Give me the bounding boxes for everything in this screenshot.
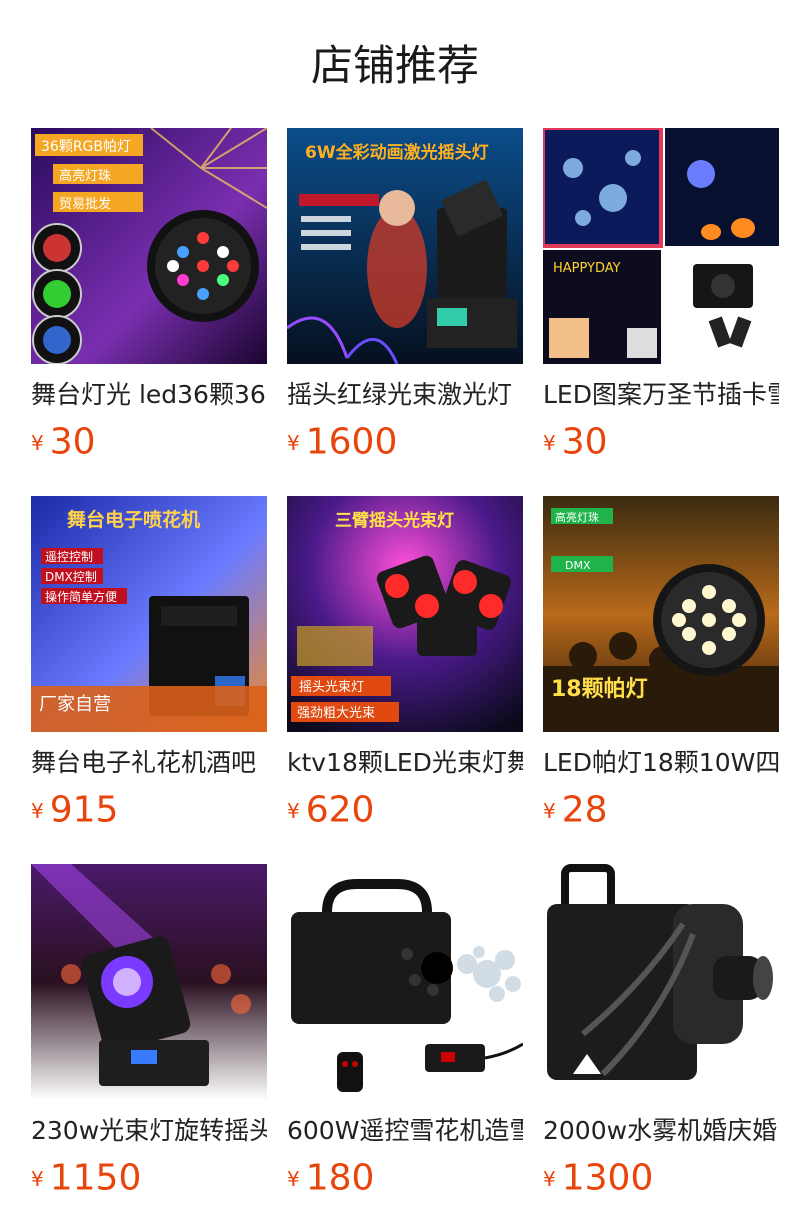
price-value: 28	[561, 789, 608, 831]
product-card[interactable]: 600W遥控雪花机造雪 ¥180	[287, 864, 523, 1232]
svg-text:18颗帕灯: 18颗帕灯	[551, 676, 648, 702]
svg-text:强劲粗大光束: 强劲粗大光束	[297, 706, 375, 721]
product-name[interactable]: LED图案万圣节插卡雪	[543, 378, 779, 412]
product-price: ¥180	[287, 1156, 523, 1200]
product-card[interactable]: 6W全彩动画激光摇头灯 摇头红绿光束激光灯 ¥1600	[287, 128, 523, 496]
currency-symbol: ¥	[543, 1166, 556, 1191]
product-image-led-par-light[interactable]: 36颗RGB帕灯 高亮灯珠 贸易批发	[31, 128, 267, 364]
price-value: 1150	[49, 1157, 142, 1199]
svg-text:摇头光束灯: 摇头光束灯	[299, 680, 364, 695]
product-image-laser-moving-head[interactable]: 6W全彩动画激光摇头灯	[287, 128, 523, 364]
currency-symbol: ¥	[31, 430, 44, 455]
svg-text:高亮灯珠: 高亮灯珠	[59, 168, 111, 184]
svg-text:操作简单方便: 操作简单方便	[45, 589, 117, 604]
shop-recommendation-page: 店铺推荐 36颗RGB帕灯 高亮灯珠 贸易批发 舞台灯光 led36颗36 ¥ …	[0, 0, 790, 1232]
product-price: ¥1600	[287, 420, 523, 464]
product-name[interactable]: 2000w水雾机婚庆婚	[543, 1114, 779, 1148]
product-image-three-arm-beam[interactable]: 三臂摇头光束灯 摇头光束灯 强劲粗大光束	[287, 496, 523, 732]
product-name[interactable]: 舞台灯光 led36颗36	[31, 378, 267, 412]
beam-moving-head-icon	[31, 864, 267, 1100]
product-card[interactable]: 36颗RGB帕灯 高亮灯珠 贸易批发 舞台灯光 led36颗36 ¥ 30	[31, 128, 267, 496]
product-image-beam-moving-head[interactable]	[31, 864, 267, 1100]
product-name[interactable]: 舞台电子礼花机酒吧	[31, 746, 267, 780]
product-card[interactable]: HAPPYDAY LED图案万圣节插卡雪 ¥30	[543, 128, 779, 496]
price-value: 30	[561, 421, 608, 463]
product-image-pattern-projector[interactable]: HAPPYDAY	[543, 128, 779, 364]
product-price: ¥1300	[543, 1156, 779, 1200]
page-title: 店铺推荐	[310, 41, 479, 90]
svg-text:贸易批发: 贸易批发	[59, 196, 111, 212]
svg-text:舞台电子喷花机: 舞台电子喷花机	[67, 508, 200, 531]
product-grid: 36颗RGB帕灯 高亮灯珠 贸易批发 舞台灯光 led36颗36 ¥ 30 6W…	[31, 128, 779, 1232]
currency-symbol: ¥	[287, 430, 300, 455]
product-image-fog-machine[interactable]	[543, 864, 779, 1100]
image-text: 36颗RGB帕灯	[41, 139, 131, 155]
led-par-light-icon: 36颗RGB帕灯 高亮灯珠 贸易批发	[31, 128, 267, 364]
product-name[interactable]: LED帕灯18颗10W四	[543, 746, 779, 780]
price-value: 620	[305, 789, 375, 831]
led-par-18-icon: 高亮灯珠 DMX 18颗帕灯	[543, 496, 779, 732]
product-name[interactable]: 230w光束灯旋转摇头	[31, 1114, 267, 1148]
currency-symbol: ¥	[31, 1166, 44, 1191]
price-value: 1300	[561, 1157, 654, 1199]
svg-text:DMX: DMX	[565, 559, 591, 572]
product-name[interactable]: 摇头红绿光束激光灯	[287, 378, 523, 412]
currency-symbol: ¥	[543, 430, 556, 455]
spark-machine-icon: 舞台电子喷花机 遥控控制 DMX控制 操作简单方便 厂家自营	[31, 496, 267, 732]
product-card[interactable]: 高亮灯珠 DMX 18颗帕灯 LED帕灯18颗10W四 ¥ 28	[543, 496, 779, 864]
svg-text:HAPPYDAY: HAPPYDAY	[553, 261, 621, 276]
product-price: ¥620	[287, 788, 523, 832]
svg-text:高亮灯珠: 高亮灯珠	[555, 510, 599, 524]
price-value: 180	[305, 1157, 375, 1199]
currency-symbol: ¥	[31, 798, 44, 823]
price-value: 915	[49, 789, 119, 831]
svg-text:三臂摇头光束灯: 三臂摇头光束灯	[335, 510, 454, 531]
product-price: ¥1150	[31, 1156, 267, 1200]
price-value: 30	[49, 421, 96, 463]
product-price: ¥30	[31, 420, 267, 464]
pattern-projector-icon: HAPPYDAY	[543, 128, 779, 364]
svg-text:6W全彩动画激光摇头灯: 6W全彩动画激光摇头灯	[305, 142, 489, 163]
currency-symbol: ¥	[543, 798, 556, 823]
svg-text:DMX控制: DMX控制	[45, 570, 97, 584]
currency-symbol: ¥	[287, 1166, 300, 1191]
product-image-spark-machine[interactable]: 舞台电子喷花机 遥控控制 DMX控制 操作简单方便 厂家自营	[31, 496, 267, 732]
product-name[interactable]: ktv18颗LED光束灯舞	[287, 746, 523, 780]
laser-moving-head-icon: 6W全彩动画激光摇头灯	[287, 128, 523, 364]
product-image-snow-machine[interactable]	[287, 864, 523, 1100]
snow-machine-icon	[287, 864, 523, 1100]
product-card[interactable]: 三臂摇头光束灯 摇头光束灯 强劲粗大光束 ktv18颗LED光束灯舞 ¥ 620	[287, 496, 523, 864]
product-price: ¥30	[543, 420, 779, 464]
product-card[interactable]: 230w光束灯旋转摇头 ¥1150	[31, 864, 267, 1232]
product-card[interactable]: 舞台电子喷花机 遥控控制 DMX控制 操作简单方便 厂家自营 舞台电子礼花机酒吧…	[31, 496, 267, 864]
fog-machine-icon	[543, 864, 779, 1100]
product-price: ¥28	[543, 788, 779, 832]
price-value: 1600	[305, 421, 398, 463]
currency-symbol: ¥	[287, 798, 300, 823]
svg-text:厂家自营: 厂家自营	[39, 694, 111, 715]
svg-text:遥控控制: 遥控控制	[45, 550, 93, 564]
product-card[interactable]: 2000w水雾机婚庆婚 ¥1300	[543, 864, 779, 1232]
three-arm-beam-icon: 三臂摇头光束灯 摇头光束灯 强劲粗大光束	[287, 496, 523, 732]
product-image-led-par-18[interactable]: 高亮灯珠 DMX 18颗帕灯	[543, 496, 779, 732]
product-price: ¥915	[31, 788, 267, 832]
product-name[interactable]: 600W遥控雪花机造雪	[287, 1114, 523, 1148]
